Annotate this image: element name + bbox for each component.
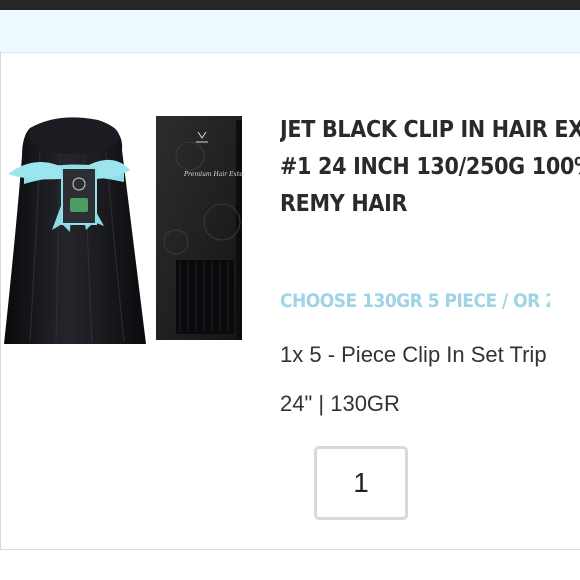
product-title: JET BLACK CLIP IN HAIR EXTE #1 24 INCH 1… bbox=[280, 112, 580, 223]
hair-bundle-icon bbox=[4, 117, 146, 344]
set-description: 1x 5 - Piece Clip In Set Trip bbox=[280, 342, 547, 367]
quantity-input[interactable]: 1 bbox=[314, 446, 408, 520]
svg-text:Premium Hair Extensions: Premium Hair Extensions bbox=[183, 171, 245, 178]
top-bar bbox=[0, 0, 580, 10]
header-banner bbox=[0, 10, 580, 53]
size-weight-label: 24" | 130GR bbox=[280, 391, 400, 416]
product-image[interactable]: Premium Hair Extensions bbox=[0, 112, 245, 344]
option-label[interactable]: CHOOSE 130GR 5 PIECE / OR 250G bbox=[280, 286, 550, 316]
divider bbox=[0, 549, 580, 550]
title-line: REMY HAIR bbox=[280, 191, 408, 217]
title-line: #1 24 INCH 130/250G 100% bbox=[280, 154, 580, 180]
packaging-box-icon: Premium Hair Extensions bbox=[156, 116, 245, 340]
title-line: JET BLACK CLIP IN HAIR EXTE bbox=[280, 117, 580, 143]
quantity-value: 1 bbox=[353, 467, 369, 498]
